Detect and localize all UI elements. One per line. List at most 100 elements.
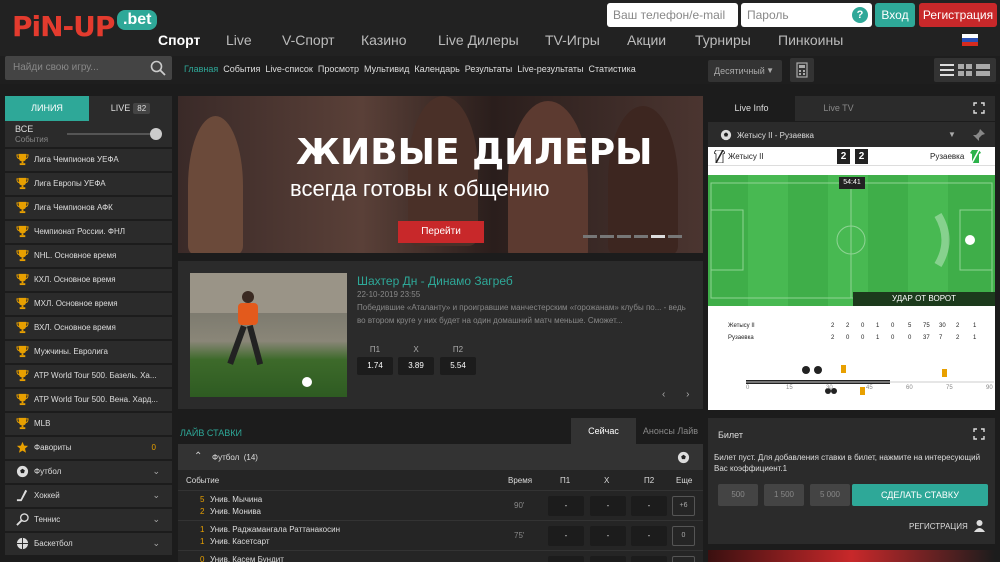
calculator-button[interactable] (790, 58, 814, 82)
carousel-dots[interactable] (583, 235, 685, 238)
pin-icon[interactable] (972, 128, 986, 142)
tab-live-info[interactable]: Live Info (708, 96, 795, 121)
banner-go-button[interactable]: Перейти (398, 221, 484, 243)
tab-live-announcements[interactable]: Анонсы Лайв (638, 418, 703, 444)
tab-live-tv[interactable]: Live TV (795, 96, 882, 121)
home-team[interactable]: Унив. Мычина (210, 495, 262, 504)
logo[interactable]: PiN-UP .bet (12, 6, 158, 46)
expand-icon[interactable] (973, 102, 985, 114)
password-help-icon[interactable]: ? (852, 7, 868, 23)
time-filter-slider[interactable] (67, 133, 157, 135)
carousel-dot[interactable] (668, 235, 682, 238)
promo-strip[interactable] (708, 550, 995, 562)
sidebar-item-league[interactable]: Мужчины. Евролига (5, 341, 172, 363)
promo-banner[interactable]: ЖИВЫЕ ДИЛЕРЫ всегда готовы к общению Пер… (178, 96, 703, 253)
nav-casino[interactable]: Казино (361, 32, 438, 50)
sidebar-item-league[interactable]: Чемпионат России. ФНЛ (5, 221, 172, 243)
layout-list-icon[interactable] (940, 64, 954, 76)
sidebar-item-league[interactable]: NHL. Основное время (5, 245, 172, 267)
sport-group-football[interactable]: ⌃ Футбол (14) (178, 444, 703, 470)
subnav-live-results[interactable]: Live-результаты (517, 64, 583, 74)
carousel-dot[interactable] (600, 235, 614, 238)
carousel-dot[interactable] (583, 235, 597, 238)
ru-flag-icon[interactable] (962, 34, 978, 46)
place-bet-button[interactable]: СДЕЛАТЬ СТАВКУ (852, 484, 988, 506)
tab-live-now[interactable]: Сейчас (571, 418, 636, 444)
table-row[interactable]: 5 Унив. Мычина 2 Унив. Монива 90' - - - +6 (178, 490, 703, 520)
more-markets-button[interactable]: 0 (672, 526, 695, 546)
odds-format-select[interactable]: Десятичный ▼ (708, 60, 782, 82)
layout-switcher[interactable] (934, 58, 996, 82)
register-button[interactable]: Регистрация (919, 3, 997, 27)
layout-wide-icon[interactable] (976, 64, 990, 76)
sidebar-item-league[interactable]: ВХЛ. Основное время (5, 317, 172, 339)
all-events-filter[interactable]: ВСЕ События (5, 121, 172, 147)
odd-p1-button[interactable]: - (548, 496, 584, 516)
subnav-statistics[interactable]: Статистика (589, 64, 636, 74)
sidebar-item-basketball[interactable]: Баскетбол ⌄ (5, 533, 172, 555)
match-headline[interactable]: Шахтер Дн - Динамо Загреб (357, 274, 513, 288)
subnav-calendar[interactable]: Календарь (414, 64, 459, 74)
nav-sport[interactable]: Спорт (158, 32, 226, 50)
sidebar-item-tennis[interactable]: Теннис ⌄ (5, 509, 172, 531)
nav-pincoins[interactable]: Пинкоины (778, 32, 858, 50)
chevron-up-icon[interactable]: ⌃ (194, 451, 202, 462)
sidebar-item-football[interactable]: Футбол ⌄ (5, 461, 172, 483)
layout-grid-icon[interactable] (958, 64, 972, 76)
phone-input[interactable]: Ваш телефон/e-mail (607, 3, 738, 27)
sidebar-item-league[interactable]: Лига Европы УЕФА (5, 173, 172, 195)
stake-preset-button[interactable]: 500 (718, 484, 758, 506)
more-markets-button[interactable]: +54 (672, 556, 695, 562)
nav-promotions[interactable]: Акции (627, 32, 695, 50)
odd-value-button[interactable]: 5.54 (440, 357, 476, 375)
slider-handle[interactable] (150, 128, 162, 140)
sidebar-item-league[interactable]: ATP World Tour 500. Базель. Ха... (5, 365, 172, 387)
odd-p2-button[interactable]: 6.3 (631, 556, 667, 562)
search-icon[interactable] (150, 60, 166, 76)
odd-value-button[interactable]: 1.74 (357, 357, 393, 375)
subnav-live-list[interactable]: Live-список (265, 64, 312, 74)
tab-live[interactable]: LIVE 82 (89, 96, 172, 121)
subnav-multiview[interactable]: Мультивид (364, 64, 409, 74)
odd-p1-button[interactable]: 2.9 (548, 556, 584, 562)
next-arrow-icon[interactable]: › (686, 389, 689, 400)
register-link[interactable]: РЕГИСТРАЦИЯ (909, 522, 968, 531)
odd-p1-button[interactable]: - (548, 526, 584, 546)
sidebar-item-favorites[interactable]: Фавориты 0 (5, 437, 172, 459)
away-team[interactable]: Унив. Касетсарт (210, 537, 270, 546)
odd-x-button[interactable]: - (590, 526, 626, 546)
nav-live-dealers[interactable]: Live Дилеры (438, 32, 545, 50)
nav-tv-games[interactable]: TV-Игры (545, 32, 627, 50)
subnav-view[interactable]: Просмотр (318, 64, 359, 74)
carousel-dot[interactable] (634, 235, 648, 238)
table-row[interactable]: 1 Унив. Раджамангала Раттанакосин 1 Унив. К… (178, 520, 703, 550)
home-team[interactable]: Унив. Касем Бундит (210, 555, 284, 562)
away-team[interactable]: Унив. Монива (210, 507, 261, 516)
sidebar-item-league[interactable]: Лига Чемпионов АФК (5, 197, 172, 219)
subnav-results[interactable]: Результаты (465, 64, 512, 74)
carousel-dot-active[interactable] (651, 235, 665, 238)
more-markets-button[interactable]: +6 (672, 496, 695, 516)
match-photo[interactable] (190, 273, 347, 397)
odd-p2-button[interactable]: - (631, 526, 667, 546)
sidebar-item-league[interactable]: ATP World Tour 500. Вена. Хард... (5, 389, 172, 411)
match-selector[interactable]: Жетысу II - Рузаевка ▼ (708, 121, 995, 147)
game-search-input[interactable]: Найди свою игру... (5, 56, 172, 80)
sidebar-item-hockey[interactable]: Хоккей ⌄ (5, 485, 172, 507)
odd-value-button[interactable]: 3.89 (398, 357, 434, 375)
nav-tournaments[interactable]: Турниры (695, 32, 778, 50)
odd-x-button[interactable]: - (590, 496, 626, 516)
nav-live[interactable]: Live (226, 32, 282, 50)
odd-x-button[interactable]: 1.64 (590, 556, 626, 562)
stake-preset-button[interactable]: 5 000 (810, 484, 850, 506)
stake-preset-button[interactable]: 1 500 (764, 484, 804, 506)
prev-arrow-icon[interactable]: ‹ (662, 389, 665, 400)
sidebar-item-league[interactable]: МХЛ. Основное время (5, 293, 172, 315)
table-row[interactable]: 0Унив. Касем Бундит75'2.91.646.3+54 (178, 550, 703, 562)
sidebar-item-league[interactable]: Лига Чемпионов УЕФА (5, 149, 172, 171)
sidebar-item-league[interactable]: MLB (5, 413, 172, 435)
login-button[interactable]: Вход (875, 3, 915, 27)
sidebar-item-league[interactable]: КХЛ. Основное время (5, 269, 172, 291)
subnav-home[interactable]: Главная (184, 64, 218, 74)
tab-line[interactable]: ЛИНИЯ (5, 96, 89, 121)
